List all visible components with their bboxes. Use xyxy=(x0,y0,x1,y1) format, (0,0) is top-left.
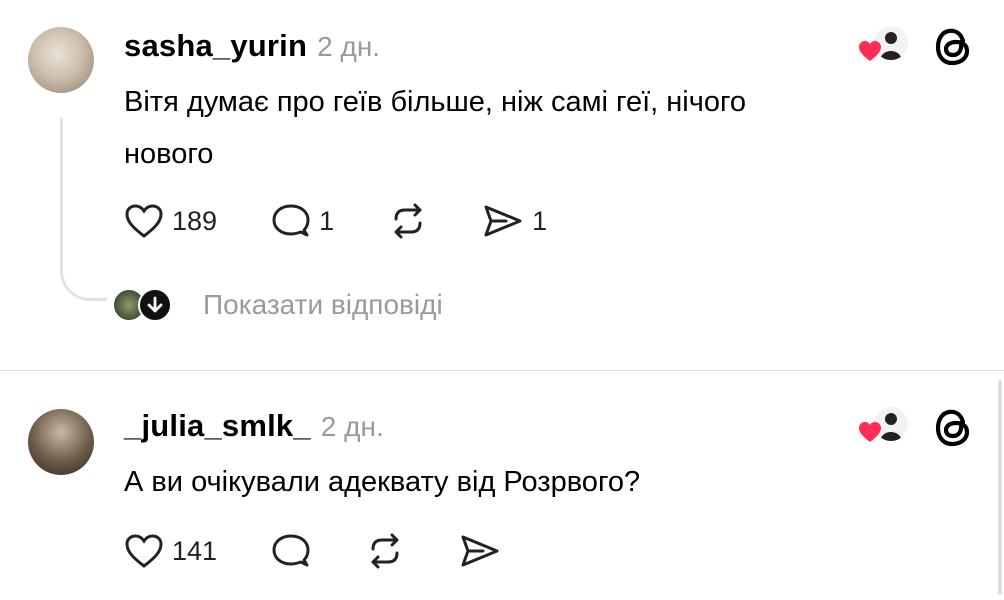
avatar-julia-smlk[interactable] xyxy=(28,409,94,475)
share-button[interactable]: 1 xyxy=(482,202,547,240)
repost-icon xyxy=(371,533,399,569)
heart-icon xyxy=(859,422,881,442)
post-header: sasha_yurin 2 дн. xyxy=(124,28,380,64)
username[interactable]: _julia_smlk_ xyxy=(124,408,311,444)
threads-icon[interactable] xyxy=(934,406,974,450)
heart-outline-icon xyxy=(125,534,163,568)
post-divider xyxy=(0,370,1004,371)
comment-icon xyxy=(272,204,310,237)
like-button[interactable]: 189 xyxy=(124,203,217,239)
comment-button[interactable]: 1 xyxy=(271,202,334,240)
post-actions: 189 1 1 xyxy=(124,202,547,240)
heart-outline-icon xyxy=(125,204,163,238)
threads-icon[interactable] xyxy=(934,25,974,69)
show-replies-link[interactable]: Показати відповіді xyxy=(203,289,443,321)
post-text: А ви очікували адеквату від Розрвого? xyxy=(124,456,640,508)
username[interactable]: sasha_yurin xyxy=(124,28,307,64)
share-icon xyxy=(484,205,522,237)
scrollbar[interactable] xyxy=(998,380,1002,595)
post-text-line-1: А ви очікували адеквату від Розрвого? xyxy=(124,466,641,498)
timestamp: 2 дн. xyxy=(320,411,384,442)
repost-button[interactable] xyxy=(388,202,428,240)
like-count: 141 xyxy=(172,535,218,566)
avatar-sasha-yurin[interactable] xyxy=(28,27,94,93)
like-count: 189 xyxy=(172,205,218,236)
comment-count: 1 xyxy=(319,205,335,236)
like-button[interactable]: 141 xyxy=(124,533,217,569)
share-icon xyxy=(461,535,499,567)
post-text-line-2: нового xyxy=(124,138,214,170)
arrow-down-icon xyxy=(138,288,172,322)
comment-button[interactable] xyxy=(271,532,311,570)
post-text-line-1: Вітя думає про геїв більше, ніж самі геї… xyxy=(124,86,747,118)
timestamp: 2 дн. xyxy=(317,31,381,62)
share-count: 1 xyxy=(532,205,548,236)
post-text: Вітя думає про геїв більше, ніж самі геї… xyxy=(124,76,746,180)
heart-icon xyxy=(859,41,881,61)
liked-by-author-badge xyxy=(858,26,910,66)
reply-avatars xyxy=(112,288,176,322)
liked-by-author-badge xyxy=(858,407,910,447)
post-header: _julia_smlk_ 2 дн. xyxy=(124,408,384,444)
repost-button[interactable] xyxy=(365,532,405,570)
comment-icon xyxy=(272,534,310,567)
post-actions: 141 xyxy=(124,532,501,570)
thread-connector-line xyxy=(60,118,107,301)
repost-icon xyxy=(394,203,422,239)
share-button[interactable] xyxy=(459,532,501,570)
